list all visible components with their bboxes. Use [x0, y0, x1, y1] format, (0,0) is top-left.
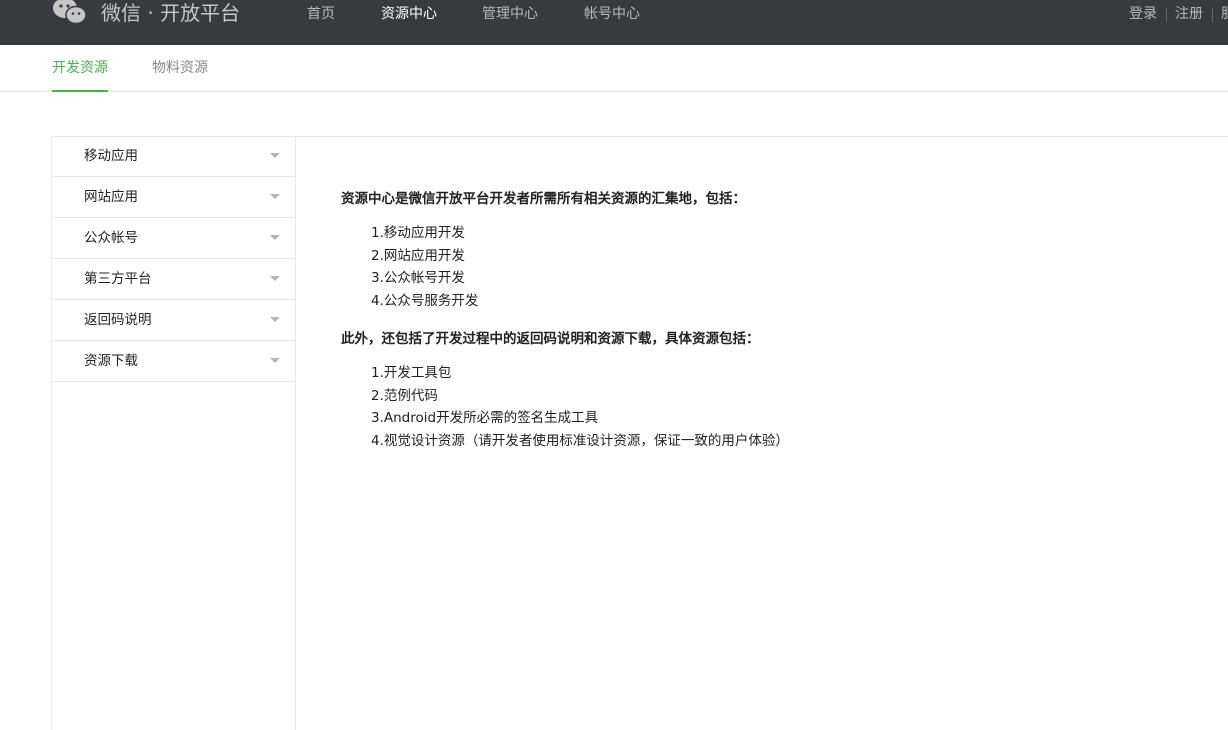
- caret-down-icon: [270, 317, 280, 322]
- divider: [1212, 8, 1213, 22]
- sidebar-item-third-party-platform[interactable]: 第三方平台: [52, 259, 295, 300]
- caret-down-icon: [270, 235, 280, 240]
- divider: [1166, 8, 1167, 22]
- resource-list: 1.开发工具包 2.范例代码 3.Android开发所必需的签名生成工具 4.视…: [371, 362, 789, 452]
- list-item: 3.Android开发所必需的签名生成工具: [371, 410, 599, 426]
- caret-down-icon: [270, 194, 280, 199]
- login-link[interactable]: 登录: [1129, 0, 1157, 28]
- tab-dev-resources[interactable]: 开发资源: [52, 45, 108, 92]
- sidebar: 移动应用 网站应用 公众帐号 第三方平台 返回码说明 资源下载: [51, 136, 296, 730]
- caret-down-icon: [270, 276, 280, 281]
- sidebar-item-mobile-app[interactable]: 移动应用: [52, 136, 295, 177]
- sidebar-item-label: 资源下载: [84, 353, 138, 369]
- sidebar-item-label: 移动应用: [84, 148, 138, 164]
- intro-text: 资源中心是微信开放平台开发者所需所有相关资源的汇集地，包括：: [341, 191, 746, 207]
- sidebar-item-label: 公众帐号: [84, 230, 138, 246]
- sidebar-item-official-account[interactable]: 公众帐号: [52, 218, 295, 259]
- service-link[interactable]: 服: [1221, 0, 1228, 28]
- brand-title[interactable]: 微信 · 开放平台: [101, 0, 240, 28]
- sub-nav: 开发资源 物料资源: [0, 45, 1228, 92]
- list-item: 2.范例代码: [371, 387, 438, 404]
- sidebar-item-website-app[interactable]: 网站应用: [52, 177, 295, 218]
- sidebar-item-label: 返回码说明: [84, 312, 152, 328]
- list-item: 4.视觉设计资源（请开发者使用标准设计资源，保证一致的用户体验）: [371, 432, 789, 449]
- nav-management-center[interactable]: 管理中心: [482, 0, 538, 28]
- list-item: 3.公众帐号开发: [371, 270, 465, 286]
- list-item: 4.公众号服务开发: [371, 292, 479, 309]
- list-item: 2.网站应用开发: [371, 247, 465, 264]
- wechat-logo-icon[interactable]: [52, 0, 88, 28]
- register-link[interactable]: 注册: [1175, 0, 1203, 28]
- sidebar-item-return-codes[interactable]: 返回码说明: [52, 300, 295, 341]
- dev-list: 1.移动应用开发 2.网站应用开发 3.公众帐号开发 4.公众号服务开发: [371, 222, 478, 312]
- nav-account-center[interactable]: 帐号中心: [584, 0, 640, 28]
- list-item: 1.开发工具包: [371, 365, 452, 381]
- nav-resource-center[interactable]: 资源中心: [381, 0, 437, 28]
- sidebar-item-resource-download[interactable]: 资源下载: [52, 341, 295, 382]
- top-bar: 微信 · 开放平台 首页 资源中心 管理中心 帐号中心 登录 注册 服: [0, 0, 1228, 45]
- sidebar-item-label: 第三方平台: [84, 271, 152, 287]
- sidebar-item-label: 网站应用: [84, 189, 138, 205]
- caret-down-icon: [270, 153, 280, 158]
- list-item: 1.移动应用开发: [371, 225, 465, 241]
- nav-home[interactable]: 首页: [307, 0, 335, 28]
- extra-text: 此外，还包括了开发过程中的返回码说明和资源下载，具体资源包括：: [341, 331, 760, 347]
- caret-down-icon: [270, 358, 280, 363]
- tab-material-resources[interactable]: 物料资源: [152, 45, 208, 92]
